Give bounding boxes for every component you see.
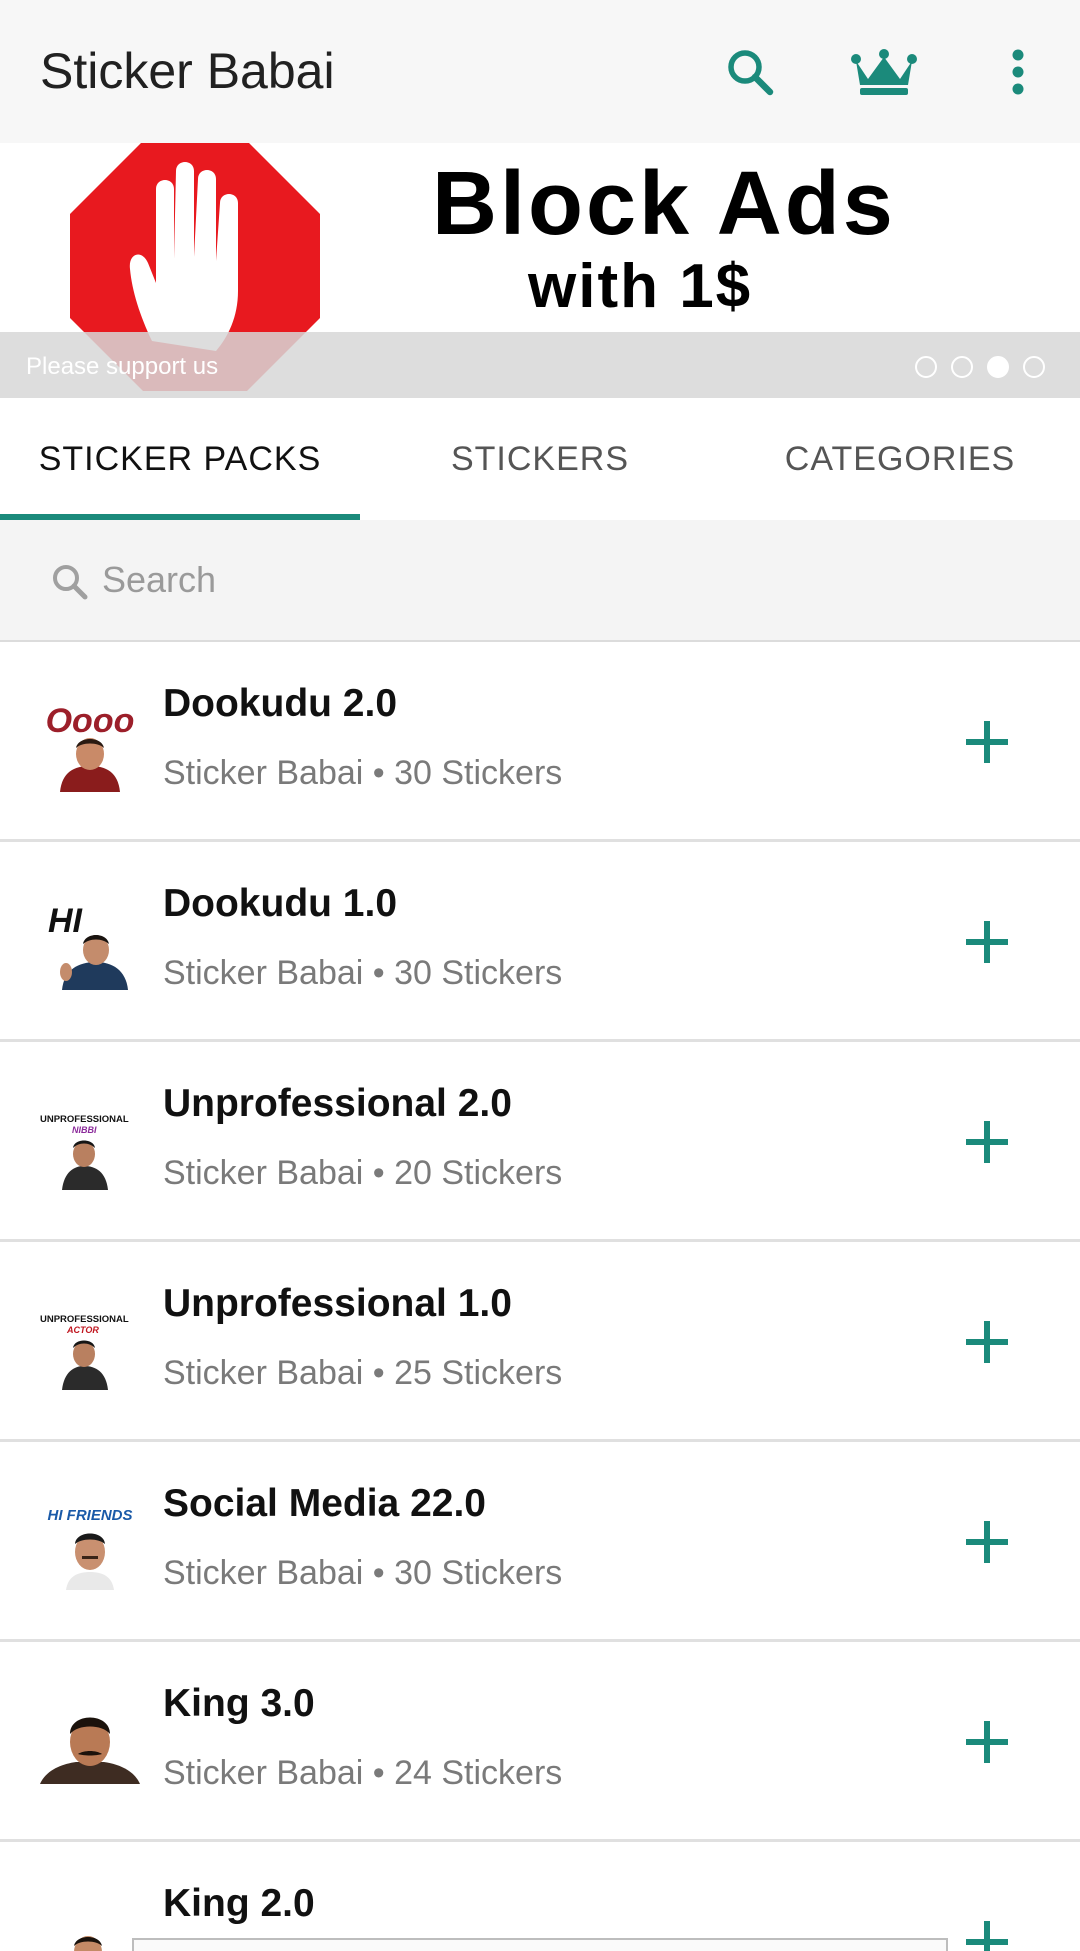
pack-name: King 3.0 (163, 1682, 315, 1725)
pack-name: King 2.0 (163, 1882, 315, 1925)
pack-thumb-text: HI FRIENDS (47, 1507, 132, 1524)
plus-icon (966, 721, 1008, 763)
plus-icon (966, 1121, 1008, 1163)
carousel-indicator (915, 356, 1045, 378)
tab-sticker-packs[interactable]: STICKER PACKS (0, 398, 360, 520)
ad-subline: with 1$ (528, 252, 753, 321)
tab-categories[interactable]: CATEGORIES (720, 398, 1080, 520)
pack-meta: Sticker Babai • 30 Stickers (163, 754, 563, 792)
pack-thumbnail (40, 1717, 140, 1784)
svg-text:NIBBI: NIBBI (72, 1125, 97, 1135)
pack-meta: Sticker Babai • 25 Stickers (163, 1354, 563, 1392)
add-pack-button[interactable] (955, 1910, 1019, 1951)
add-pack-button[interactable] (955, 1510, 1019, 1574)
pack-list-item[interactable]: UNPROFESSIONAL ACTOR Unprofessional 1.0 … (0, 1242, 1080, 1442)
ad-headline: Block Ads (432, 154, 896, 254)
pack-name: Unprofessional 2.0 (163, 1082, 512, 1125)
pack-thumbnail: HI (48, 902, 128, 990)
pack-thumb-text: HI (48, 902, 84, 940)
search-input[interactable] (102, 550, 1002, 610)
bottom-sheet-edge (132, 1938, 948, 1951)
search-bar (0, 520, 1080, 642)
add-pack-button[interactable] (955, 1310, 1019, 1374)
add-pack-button[interactable] (955, 710, 1019, 774)
pack-name: Dookudu 1.0 (163, 882, 398, 925)
pack-list-item[interactable]: Oooo Dookudu 2.0 Sticker Babai • 30 Stic… (0, 642, 1080, 842)
pack-list-item[interactable]: UNPROFESSIONAL NIBBI Unprofessional 2.0 … (0, 1042, 1080, 1242)
pack-meta: Sticker Babai • 30 Stickers (163, 1554, 563, 1592)
ad-banner-carousel[interactable]: Block Ads with 1$ Please support us (0, 143, 1080, 398)
pack-thumbnail: UNPROFESSIONAL ACTOR (40, 1314, 129, 1390)
pack-list-item[interactable]: HI FRIENDS Social Media 22.0 Sticker Bab… (0, 1442, 1080, 1642)
pack-list-item[interactable]: King 2.0 (0, 1842, 1080, 1951)
pack-list-item[interactable]: King 3.0 Sticker Babai • 24 Stickers (0, 1642, 1080, 1842)
carousel-dot[interactable] (1023, 356, 1045, 378)
ad-caption: Please support us (26, 353, 219, 380)
tab-bar: STICKER PACKS STICKERS CATEGORIES (0, 398, 1080, 520)
pack-meta: Sticker Babai • 20 Stickers (163, 1154, 563, 1192)
search-icon[interactable] (714, 36, 786, 108)
pack-list-item[interactable]: HI Dookudu 1.0 Sticker Babai • 30 Sticke… (0, 842, 1080, 1042)
svg-text:UNPROFESSIONAL: UNPROFESSIONAL (40, 1314, 129, 1325)
pack-name: Dookudu 2.0 (163, 682, 398, 725)
add-pack-button[interactable] (955, 1110, 1019, 1174)
carousel-dot-active[interactable] (987, 356, 1009, 378)
app-title: Sticker Babai (40, 43, 335, 99)
pack-name: Social Media 22.0 (163, 1482, 486, 1525)
pack-thumbnail (74, 1936, 102, 1951)
add-pack-button[interactable] (955, 910, 1019, 974)
carousel-dot[interactable] (915, 356, 937, 378)
crown-icon[interactable] (848, 36, 920, 108)
carousel-dot[interactable] (951, 356, 973, 378)
plus-icon (966, 921, 1008, 963)
tab-stickers[interactable]: STICKERS (360, 398, 720, 520)
app-bar: Sticker Babai (0, 0, 1080, 143)
plus-icon (966, 1721, 1008, 1763)
pack-thumb-text: Oooo (46, 702, 135, 740)
svg-text:ACTOR: ACTOR (66, 1325, 99, 1335)
pack-thumbnail: HI FRIENDS (47, 1507, 133, 1590)
more-options-icon[interactable] (982, 36, 1054, 108)
svg-text:UNPROFESSIONAL: UNPROFESSIONAL (40, 1114, 129, 1125)
pack-name: Unprofessional 1.0 (163, 1282, 512, 1325)
pack-meta: Sticker Babai • 30 Stickers (163, 954, 563, 992)
add-pack-button[interactable] (955, 1710, 1019, 1774)
plus-icon (966, 1521, 1008, 1563)
search-field-icon (53, 565, 88, 600)
pack-thumbnail: Oooo (46, 702, 135, 792)
sticker-pack-list: Oooo Dookudu 2.0 Sticker Babai • 30 Stic… (0, 642, 1080, 1951)
plus-icon (966, 1921, 1008, 1951)
pack-meta: Sticker Babai • 24 Stickers (163, 1754, 563, 1792)
plus-icon (966, 1321, 1008, 1363)
pack-thumbnail: UNPROFESSIONAL NIBBI (40, 1114, 129, 1190)
